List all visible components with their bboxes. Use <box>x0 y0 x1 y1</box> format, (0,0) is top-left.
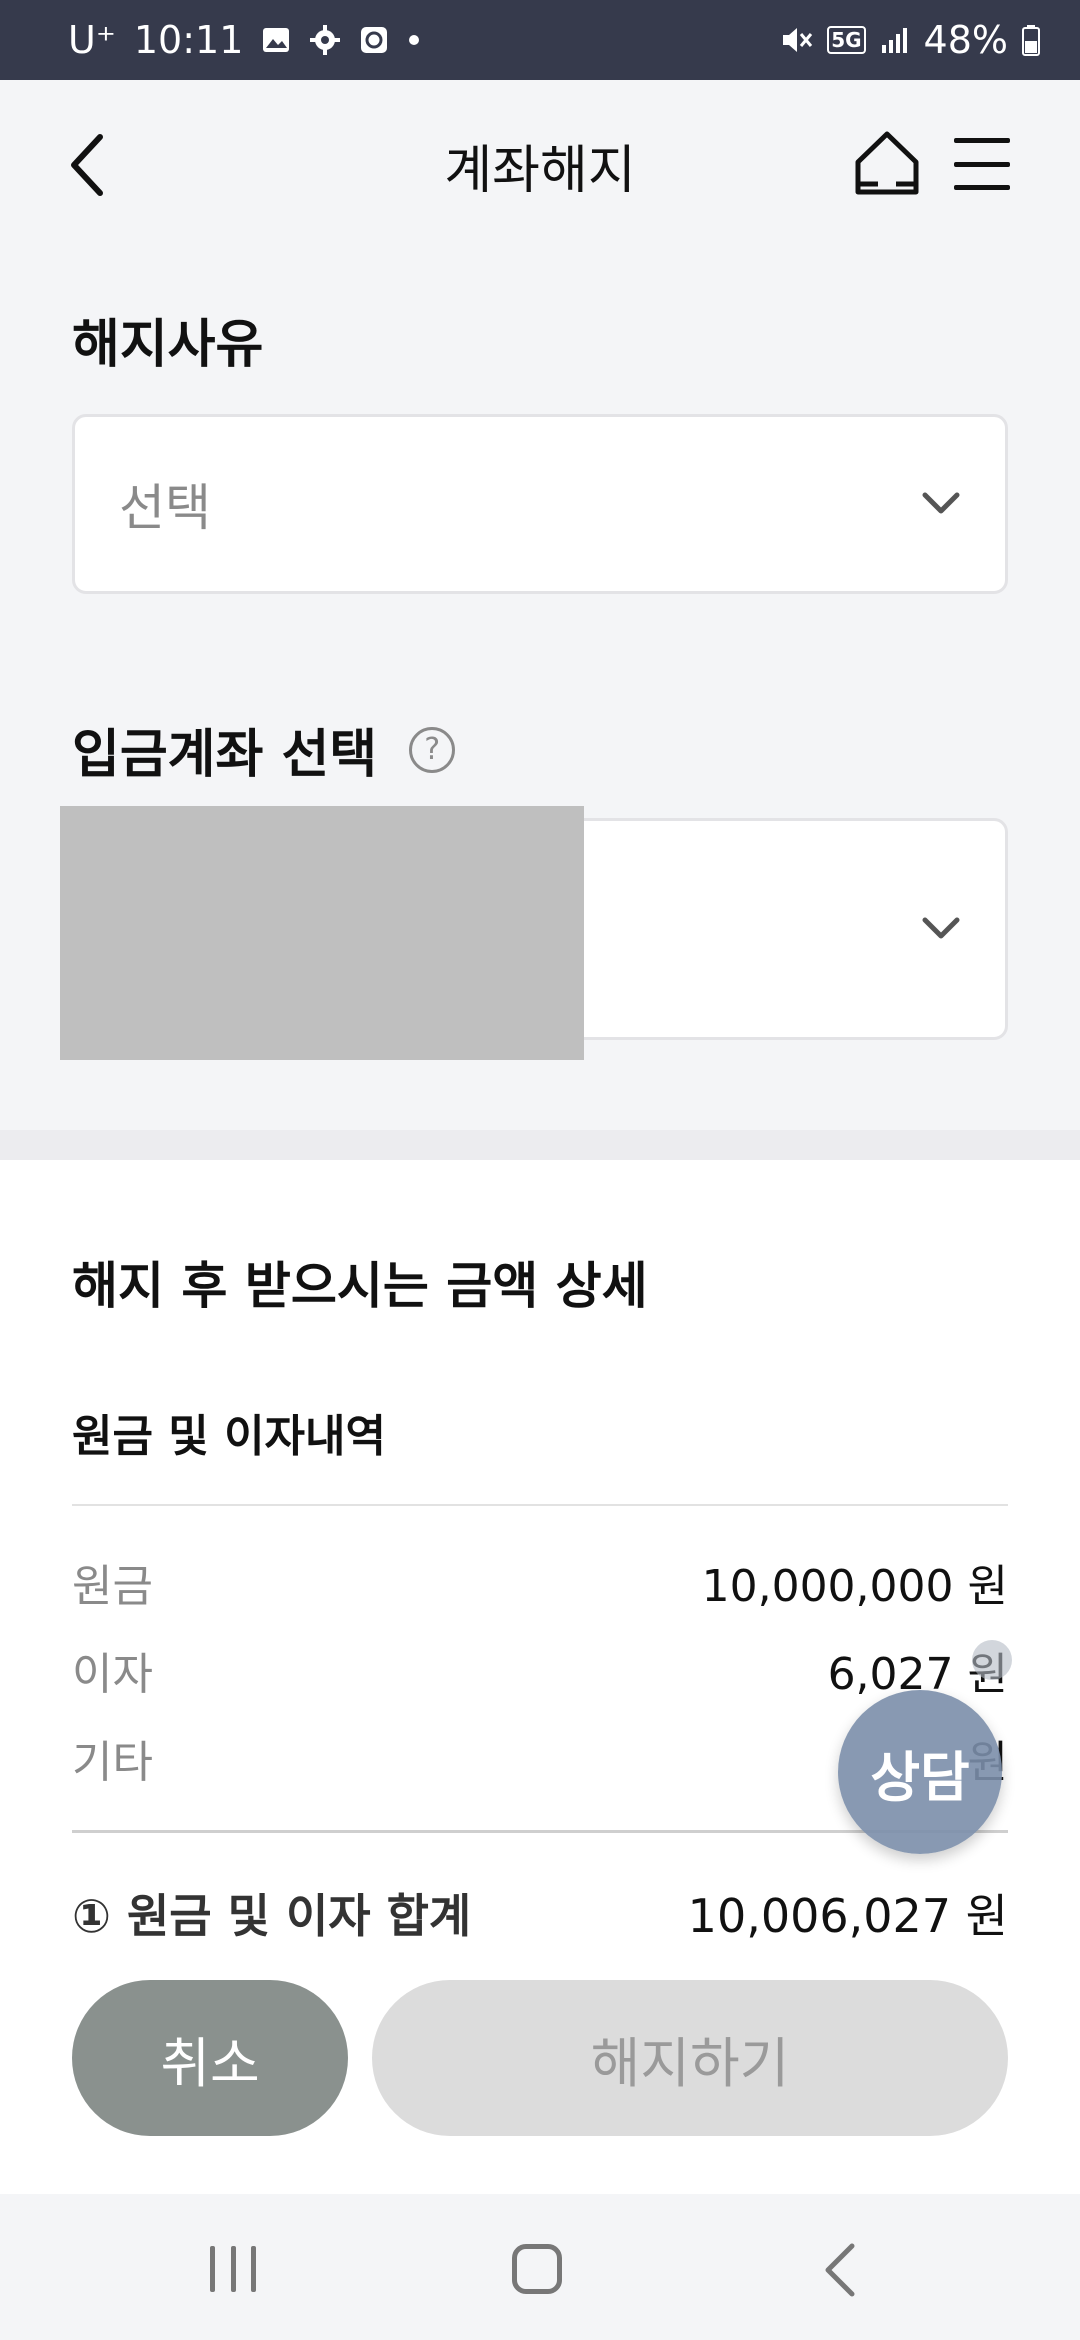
detail-row-interest: 이자 6,027 원 <box>72 1638 1008 1702</box>
details-subtitle: 원금 및 이자내역 <box>72 1411 386 1462</box>
detail-row-label: 원금 <box>72 1561 153 1612</box>
total-value: 10,006,027 원 <box>687 1889 1008 1943</box>
detail-row-label: 기타 <box>72 1737 153 1788</box>
signal-icon <box>880 25 910 55</box>
redacted-account-block <box>60 806 584 1060</box>
settings-icon <box>309 24 341 56</box>
status-right: 5G 48% <box>779 18 1040 62</box>
system-back-button[interactable] <box>820 2242 860 2298</box>
status-left: U⁺ 10:11 <box>68 18 421 62</box>
menu-button[interactable] <box>950 132 1014 196</box>
deposit-account-label-text: 입금계좌 선택 <box>72 725 378 785</box>
menu-line <box>954 138 1010 143</box>
cancel-button[interactable]: 취소 <box>72 1980 348 2136</box>
home-icon <box>855 131 919 195</box>
total-label: ① 원금 및 이자 합계 <box>72 1889 472 1943</box>
recent-bar <box>210 2246 215 2292</box>
battery-label: 48% <box>923 18 1008 62</box>
recent-bar <box>251 2246 256 2292</box>
section-divider <box>0 1130 1080 1160</box>
detail-row-value: 10,000,000 원 <box>701 1561 1008 1612</box>
help-icon[interactable]: ? <box>409 726 456 773</box>
app-header: 계좌해지 <box>0 80 1080 250</box>
total-row: ① 원금 및 이자 합계 10,006,027 원 <box>72 1880 1008 1946</box>
reason-select[interactable]: 선택 <box>72 414 1008 594</box>
reason-select-value: 선택 <box>119 479 211 537</box>
recent-apps-button[interactable] <box>210 2246 256 2292</box>
mute-icon <box>779 23 813 57</box>
status-bar: U⁺ 10:11 5G 48% <box>0 0 1080 80</box>
clock-icon <box>359 25 389 55</box>
home-button[interactable] <box>852 128 922 198</box>
chevron-down-icon <box>922 492 960 514</box>
detail-row-label: 이자 <box>72 1649 153 1700</box>
network-icon: 5G <box>827 26 866 54</box>
divider <box>72 1504 1008 1506</box>
details-title: 해지 후 받으시는 금액 상세 <box>72 1257 648 1315</box>
reason-label: 해지사유 <box>72 315 264 375</box>
menu-line <box>954 185 1010 190</box>
gallery-icon <box>261 25 291 55</box>
system-home-button[interactable] <box>512 2244 562 2294</box>
time-label: 10:11 <box>133 18 244 62</box>
deposit-account-label: 입금계좌 선택 ? <box>72 712 456 787</box>
consult-button[interactable]: 상담 <box>838 1690 1002 1854</box>
carrier-label: U⁺ <box>68 18 116 62</box>
system-nav-bar <box>0 2194 1080 2340</box>
chevron-down-icon <box>922 917 960 939</box>
fab-indicator <box>972 1640 1012 1680</box>
dot-icon <box>407 33 421 47</box>
chevron-left-icon <box>825 2243 855 2297</box>
menu-line <box>954 161 1010 167</box>
terminate-button[interactable]: 해지하기 <box>372 1980 1008 2136</box>
recent-bar <box>230 2246 236 2292</box>
detail-row-principal: 원금 10,000,000 원 <box>72 1550 1008 1614</box>
battery-icon <box>1022 24 1040 56</box>
